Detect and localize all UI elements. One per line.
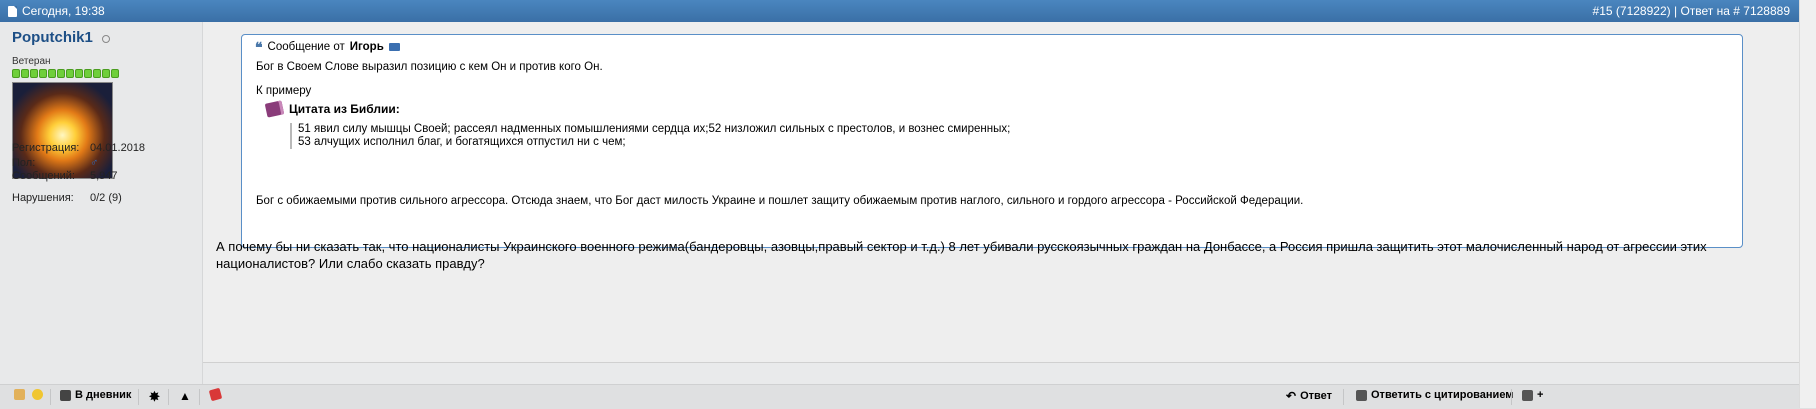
scrollbar[interactable] [1799,0,1816,408]
violations-value: 0/2 (9) [90,192,122,204]
post-number-link[interactable]: #15 (7128922) [1593,4,1671,18]
messages-row: Сообщений: 5,947 [12,170,118,182]
reply-with-quote-button[interactable]: Ответить с цитированием [1356,389,1513,401]
cards-icon[interactable] [208,387,223,402]
registration-value: 04.01.2018 [90,142,146,154]
reply-arrow-icon: ↶ [1286,389,1297,403]
post-links: #15 (7128922) | Ответ на # 7128889 [1593,4,1790,18]
post-content: ❝ Сообщение от Игорь Бог в Своем Слове в… [203,22,1800,362]
violations-row: Нарушения: 0/2 (9) [12,192,122,204]
messages-value: 5,947 [90,170,118,182]
quote-line-3: Бог с обижаемыми против сильного агрессо… [256,195,1304,207]
book-icon [264,100,285,118]
document-icon [8,5,17,17]
quote-reply-icon [1356,389,1367,401]
bible-line-2: 53 алчущих исполнил благ, и богатящихся … [298,136,626,148]
reputation-dot [102,69,110,78]
bible-quote-title: Цитата из Библии: [289,102,400,116]
male-icon: ♂ [90,157,99,169]
reputation-dot [30,69,38,78]
multiquote-icon[interactable]: + [1522,389,1543,401]
reply-with-quote-label: Ответить с цитированием [1371,389,1514,401]
reputation-dot [111,69,119,78]
post-date-text: Сегодня, 19:38 [22,4,105,18]
thumbs-icon[interactable] [14,389,25,400]
post-divider [203,362,1800,363]
footer-divider [199,389,200,405]
post-header-bar: Сегодня, 19:38 #15 (7128922) | Ответ на … [0,0,1800,22]
quote-author: Игорь [349,41,384,53]
header-separator: | [1673,4,1678,18]
forum-post: Сегодня, 19:38 #15 (7128922) | Ответ на … [0,0,1816,409]
messages-label: Сообщений: [12,170,75,182]
username-link[interactable]: Poputchik1 [12,29,93,46]
gender-row: Пол: ♂ [12,157,98,169]
view-post-icon[interactable] [388,43,400,51]
star-icon[interactable]: ✸ [149,389,160,405]
bible-quote-text: 51 явил силу мышцы Своей; рассеял надмен… [290,123,1010,149]
user-rank: Ветеран [12,56,51,67]
diary-icon [60,389,71,401]
quote-icon: ❝ [255,39,263,55]
post-footer-bar: В дневник ✸ ▲ ↶ Ответ Ответить с цитиров… [0,384,1816,409]
warning-icon[interactable]: ▲ [179,389,191,403]
bible-quote-header: Цитата из Библии: [264,100,400,118]
registration-label: Регистрация: [12,142,80,154]
reputation-bar [12,69,119,78]
reputation-dot [21,69,29,78]
reply-to-link[interactable]: # 7128889 [1733,4,1790,18]
footer-divider [168,389,169,405]
diary-label: В дневник [75,389,132,401]
reputation-dot [66,69,74,78]
footer-divider [1343,389,1344,405]
registration-row: Регистрация: 04.01.2018 [12,142,145,154]
offline-status-icon [102,35,110,43]
quote-line-2: К примеру [256,85,312,97]
user-sidebar: Poputchik1 Ветеран Регистрация: 04.01.201… [0,22,203,385]
reputation-dot [12,69,20,78]
post-date: Сегодня, 19:38 [8,4,105,18]
reputation-dot [93,69,101,78]
reply-to-prefix: Ответ на [1680,4,1730,18]
quote-from-label: Сообщение от [267,41,345,53]
reply-button[interactable]: ↶ Ответ [1286,389,1332,403]
reputation-dot [84,69,92,78]
quote-box: ❝ Сообщение от Игорь Бог в Своем Слове в… [241,34,1743,248]
quote-line-1: Бог в Своем Слове выразил позицию с кем … [256,61,603,73]
reply-text: А почему бы ни сказать так, что национал… [216,239,1707,271]
reputation-dot [57,69,65,78]
bible-line-1: 51 явил силу мышцы Своей; рассеял надмен… [298,123,1011,135]
reputation-dot [39,69,47,78]
quote-header: ❝ Сообщение от Игорь [255,39,400,55]
footer-divider [138,389,139,405]
smiley-icon[interactable] [32,389,43,400]
violations-label: Нарушения: [12,192,74,204]
gender-label: Пол: [12,157,36,169]
footer-divider [50,389,51,405]
reputation-dot [75,69,83,78]
footer-divider [1511,389,1512,405]
reputation-dot [48,69,56,78]
diary-button[interactable]: В дневник [60,389,131,401]
reply-label: Ответ [1300,390,1332,402]
